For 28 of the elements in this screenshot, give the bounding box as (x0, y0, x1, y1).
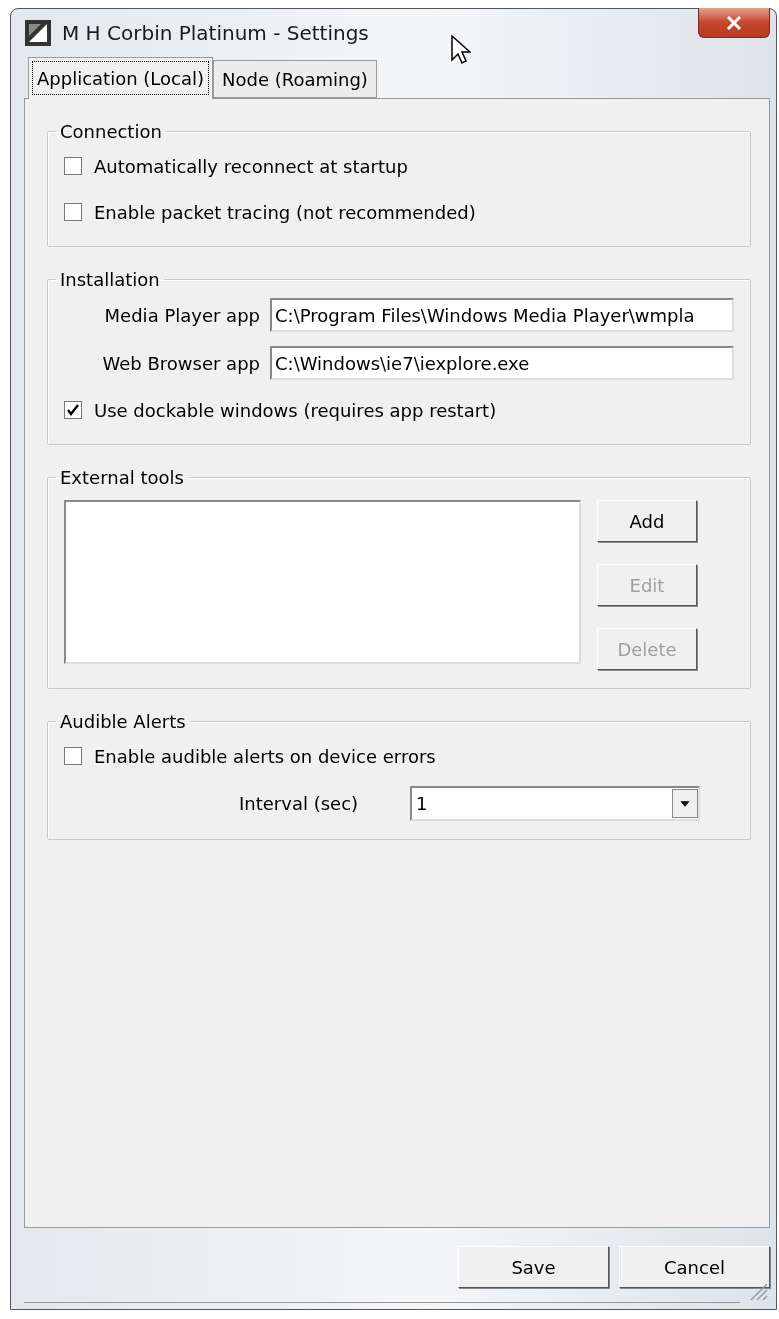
interval-label: Interval (sec) (239, 793, 359, 814)
checkbox-label: Use dockable windows (requires app restart) (94, 399, 497, 421)
checkbox[interactable] (64, 157, 82, 175)
tab[interactable]: Application (Local) (28, 57, 213, 99)
dialog-button[interactable]: Save (458, 1246, 609, 1288)
group-title: Audible Alerts (59, 711, 187, 732)
tool-button[interactable]: Add (597, 500, 697, 542)
interval-dropdown[interactable]: 1 (410, 786, 701, 821)
checkbox-label: Enable audible alerts on device errors (94, 745, 436, 767)
group-title: External tools (59, 467, 185, 488)
group-title: Installation (59, 269, 161, 290)
dialog-button[interactable]: Cancel (619, 1246, 770, 1288)
cursor-icon (451, 35, 471, 65)
input-field[interactable]: C:\Program Files\Windows Media Player\wmpla (270, 298, 734, 332)
tab[interactable]: Node (Roaming) (213, 60, 377, 98)
close-icon (726, 15, 742, 30)
checkbox[interactable] (64, 203, 82, 221)
window-title: M H Corbin Platinum - Settings (62, 21, 369, 45)
checkbox-label: Automatically reconnect at startup (94, 155, 408, 177)
checkbox[interactable] (64, 747, 82, 765)
input-field[interactable]: C:\Windows\ie7\iexplore.exe (270, 346, 734, 380)
app-icon (24, 19, 52, 47)
checkbox[interactable] (64, 401, 82, 419)
group-title: Connection (59, 121, 163, 142)
close-button[interactable] (698, 8, 770, 38)
field-label: Media Player app (103, 304, 260, 326)
field-label: Web Browser app (101, 352, 260, 374)
checkbox-label: Enable packet tracing (not recommended) (94, 201, 476, 223)
